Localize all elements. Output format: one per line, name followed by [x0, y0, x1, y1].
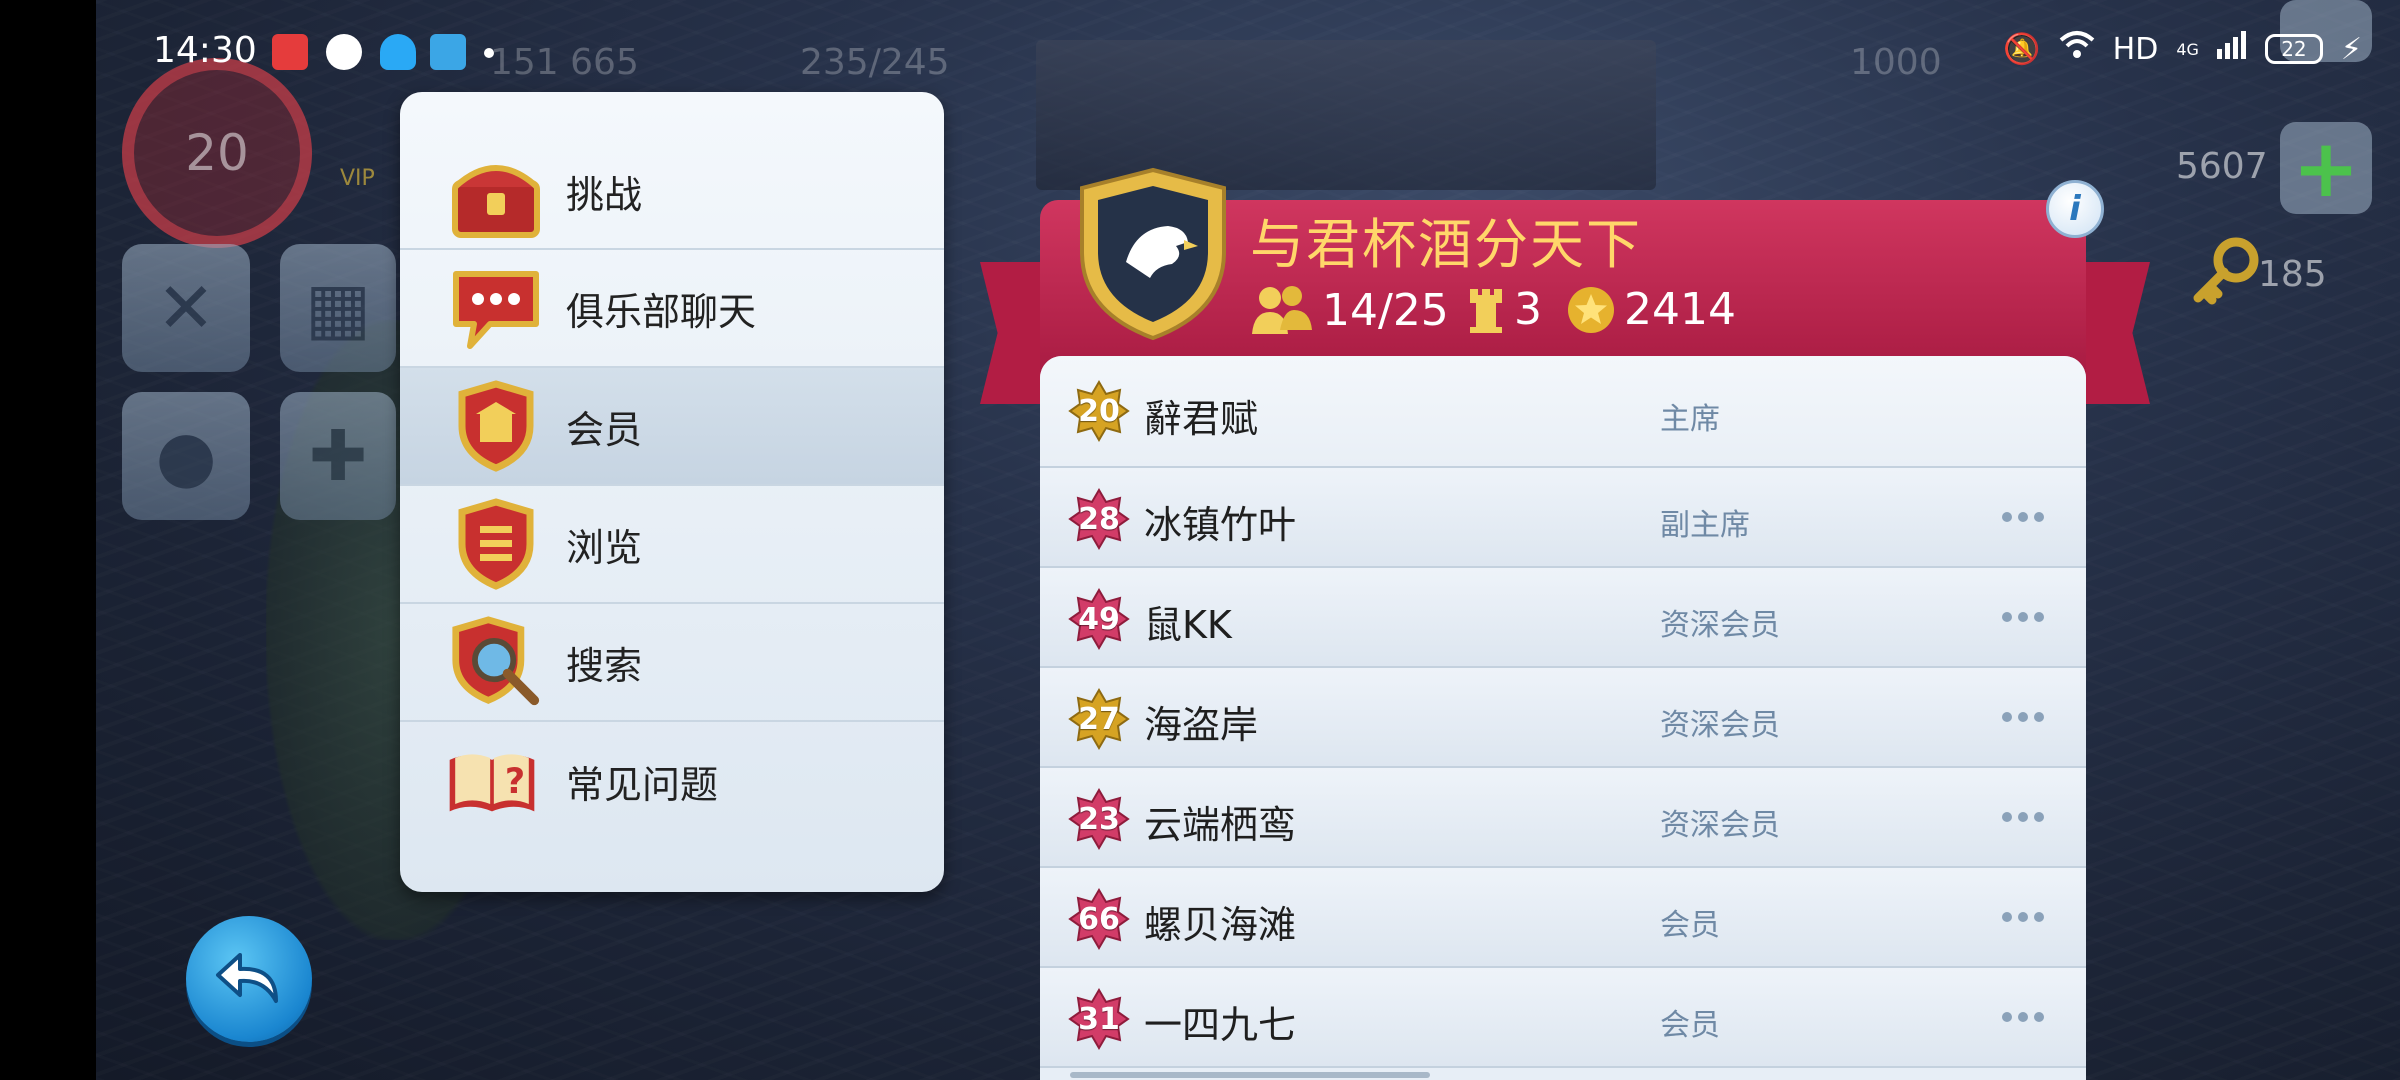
- search-shield-icon: [450, 616, 542, 708]
- member-name: 螺贝海滩: [1144, 903, 1297, 947]
- menu-label: 挑战: [566, 173, 643, 217]
- key-icon: [2186, 232, 2266, 312]
- player-level-badge[interactable]: 20: [122, 58, 312, 248]
- table-row[interactable]: 31 一四九七 会员: [1040, 968, 2086, 1068]
- level-badge: 31: [1068, 988, 1130, 1050]
- menu-item-club-chat[interactable]: 俱乐部聊天: [400, 250, 944, 368]
- level-badge: 20: [1068, 380, 1130, 442]
- menu-label: 浏览: [566, 525, 643, 570]
- menu-label: 常见问题: [566, 762, 719, 807]
- member-list[interactable]: 20 辭君赋 主席 28 冰镇竹叶 副主席 49 鼠KK 资深会员 27 海盗岸…: [1040, 356, 2086, 1080]
- cash-value: 5607: [2176, 146, 2268, 187]
- more-options-icon[interactable]: [2002, 612, 2044, 622]
- menu-label: 会员: [566, 407, 643, 452]
- level-badge: 49: [1068, 588, 1130, 650]
- signal-type: 4G: [2176, 39, 2199, 59]
- add-cash-button[interactable]: +: [2280, 122, 2372, 215]
- menu-item-search[interactable]: 搜索: [400, 604, 944, 722]
- tower-icon: [1470, 288, 1502, 333]
- member-role: 资深会员: [1660, 608, 1780, 643]
- table-row[interactable]: 27 海盗岸 资深会员: [1040, 668, 2086, 768]
- towers-stat: 3: [1466, 284, 1542, 335]
- more-options-icon[interactable]: [2002, 1012, 2044, 1022]
- telegram-icon: [430, 34, 466, 70]
- network-label: HD: [2112, 31, 2159, 67]
- level-badge: 23: [1068, 788, 1130, 850]
- table-row[interactable]: 66 螺贝海滩 会员: [1040, 868, 2086, 968]
- qq-icon: [380, 34, 416, 70]
- status-right: 🔕 HD 4G 22 ⚡: [2003, 30, 2362, 68]
- charging-icon: ⚡: [2340, 31, 2362, 67]
- points-count: 2414: [1624, 284, 1736, 335]
- member-name: 海盗岸: [1144, 703, 1259, 747]
- wifi-icon: [2059, 30, 2095, 68]
- points-stat: 2414: [1566, 284, 1736, 335]
- member-role: 主席: [1660, 402, 1720, 437]
- member-role: 会员: [1660, 1008, 1720, 1043]
- club-shield-icon: [450, 380, 542, 472]
- table-row[interactable]: 28 冰镇竹叶 副主席: [1040, 468, 2086, 568]
- treasure-chest-icon: [450, 150, 542, 242]
- more-notifications-dot: [484, 48, 494, 58]
- level-badge: 27: [1068, 688, 1130, 750]
- browser-icon: [326, 34, 362, 70]
- faq-book-icon: ?: [446, 735, 538, 827]
- members-stat: 14/25: [1250, 284, 1449, 336]
- club-name: 与君杯酒分天下: [1250, 213, 1642, 276]
- menu-item-browse[interactable]: 浏览: [400, 486, 944, 604]
- gamepad-button[interactable]: ✚: [280, 392, 396, 520]
- more-options-icon[interactable]: [2002, 712, 2044, 722]
- status-bar: 14:30 🔕 HD 4G 22 ⚡: [0, 0, 2400, 84]
- more-options-icon[interactable]: [2002, 912, 2044, 922]
- star-coin-icon: [1568, 286, 1614, 333]
- back-button[interactable]: [186, 916, 312, 1042]
- friends-button[interactable]: ●: [122, 392, 250, 520]
- mute-icon: 🔕: [2003, 31, 2041, 67]
- more-options-icon[interactable]: [2002, 512, 2044, 522]
- menu-label: 俱乐部聊天: [566, 289, 757, 334]
- back-arrow-icon: [216, 953, 278, 1003]
- members-icon: [1252, 286, 1312, 334]
- level-badge: 66: [1068, 888, 1130, 950]
- member-role: 会员: [1660, 908, 1720, 943]
- battery-icon: 22: [2264, 34, 2323, 64]
- members-count: 14/25: [1322, 284, 1449, 336]
- more-options-icon[interactable]: [2002, 812, 2044, 822]
- member-name: 冰镇竹叶: [1144, 503, 1297, 547]
- level-badge: 28: [1068, 488, 1130, 550]
- list-shield-icon: [450, 498, 542, 590]
- menu-item-members[interactable]: 会员: [400, 368, 944, 486]
- member-name: 一四九七: [1144, 1003, 1297, 1047]
- tools-button[interactable]: ✕: [122, 244, 250, 372]
- member-name: 鼠KK: [1144, 603, 1232, 647]
- calendar-button[interactable]: ▦: [280, 244, 396, 372]
- menu-item-faq[interactable]: ? 常见问题: [400, 722, 944, 840]
- clock: 14:30: [153, 30, 257, 71]
- member-name: 云端栖鸾: [1144, 803, 1297, 847]
- keys-value: 185: [2258, 254, 2327, 295]
- member-name: 辭君赋: [1144, 397, 1259, 441]
- signal-icon: [2216, 31, 2247, 67]
- svg-text:?: ?: [505, 762, 525, 802]
- table-row[interactable]: 20 辭君赋 主席: [1040, 356, 2086, 468]
- chat-bubble-icon: [450, 262, 542, 354]
- member-role: 资深会员: [1660, 808, 1780, 843]
- towers-count: 3: [1514, 284, 1542, 335]
- member-role: 副主席: [1660, 508, 1750, 543]
- toutiao-icon: [272, 34, 308, 70]
- list-scrollbar[interactable]: [1070, 1072, 1430, 1078]
- club-menu: 挑战 俱乐部聊天 会员 浏览 搜索 ? 常见问题: [400, 92, 944, 892]
- club-emblem-eagle-icon[interactable]: [1076, 166, 1230, 342]
- menu-item-challenge[interactable]: 挑战: [400, 92, 944, 250]
- club-info-button[interactable]: i: [2046, 180, 2104, 238]
- table-row[interactable]: 49 鼠KK 资深会员: [1040, 568, 2086, 668]
- vip-badge[interactable]: VIP: [340, 166, 375, 191]
- menu-label: 搜索: [566, 643, 643, 688]
- table-row[interactable]: 23 云端栖鸾 资深会员: [1040, 768, 2086, 868]
- member-role: 资深会员: [1660, 708, 1780, 743]
